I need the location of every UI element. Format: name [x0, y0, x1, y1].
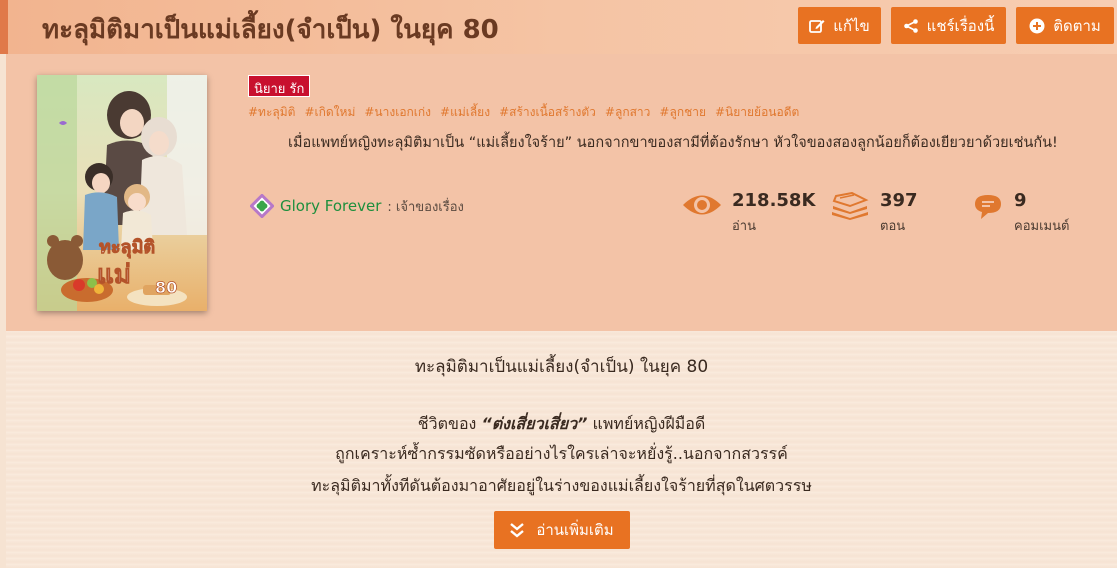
edit-button[interactable]: แก้ไข: [798, 7, 881, 44]
tag-link[interactable]: #สร้างเนื้อสร้างตัว: [499, 103, 596, 122]
follow-button[interactable]: ติดตาม: [1016, 7, 1114, 44]
author-row: Glory Forever : เจ้าของเรื่อง: [250, 193, 464, 219]
comment-bubble-icon: [975, 195, 1001, 219]
chapters-stat: 397 ตอน: [830, 190, 918, 236]
novel-info-panel: ทะลุมิติ แม่ 80 นิยาย รัก #ทะลุมิติ #เกิด…: [6, 54, 1117, 331]
double-chevron-down-icon: [510, 523, 525, 538]
views-stat: 218.58K อ่าน: [682, 190, 815, 236]
share-icon: [903, 18, 918, 33]
chapters-label: ตอน: [880, 219, 906, 234]
description-line-2: ถูกเคราะห์ซ้ำกรรมซัดหรืออย่างไรใครเล่าจะ…: [335, 444, 788, 463]
genre-badge[interactable]: นิยาย รัก: [248, 75, 311, 97]
comments-label: คอมเมนต์: [1014, 219, 1070, 234]
follow-button-label: ติดตาม: [1053, 16, 1101, 35]
cover-image[interactable]: ทะลุมิติ แม่ 80: [37, 75, 207, 311]
tag-link[interactable]: #ทะลุมิติ: [248, 103, 295, 122]
views-label: อ่าน: [732, 219, 756, 234]
description-title: ทะลุมิติมาเป็นแม่เลี้ยง(จำเป็น) ในยุค 80: [414, 357, 709, 377]
synopsis-text: เมื่อแพทย์หญิงทะลุมิติมาเป็น “แม่เลี้ยงใ…: [288, 135, 1058, 151]
stacked-books-icon: [832, 192, 869, 220]
cover-illustration: ทะลุมิติ แม่ 80: [37, 75, 207, 311]
edit-button-label: แก้ไข: [833, 16, 870, 35]
tag-link[interactable]: #แม่เลี้ยง: [440, 103, 490, 122]
share-button[interactable]: แชร์เรื่องนี้: [891, 7, 1006, 44]
description-section: ทะลุมิติมาเป็นแม่เลี้ยง(จำเป็น) ในยุค 80…: [6, 331, 1117, 568]
description-line-3: ทะลุมิติมาทั้งทีดันต้องมาอาศัยอยู่ในร่าง…: [311, 476, 812, 495]
svg-text:ทะลุมิติ: ทะลุมิติ: [99, 237, 155, 259]
description-line-1: ชีวิตของ “ต่งเสี่ยวเสี่ยว” แพทย์หญิงฝีมื…: [6, 412, 1117, 437]
line1-prefix: ชีวิตของ: [417, 414, 482, 433]
tag-link[interactable]: #เกิดใหม่: [304, 103, 355, 122]
svg-text:80: 80: [155, 278, 177, 297]
read-more-label: อ่านเพิ่มเติม: [536, 521, 614, 539]
comments-value: 9: [1014, 190, 1027, 211]
plus-circle-icon: [1029, 18, 1045, 33]
eye-icon: [683, 195, 721, 215]
read-more-button[interactable]: อ่านเพิ่มเติม: [494, 511, 630, 549]
tag-list: #ทะลุมิติ #เกิดใหม่ #นางเอกเก่ง #แม่เลี้ยง #…: [248, 103, 868, 122]
page-header: ทะลุมิติมาเป็นแม่เลี้ยง(จำเป็น) ในยุค 80…: [0, 0, 1117, 54]
author-name-link[interactable]: Glory Forever: [280, 197, 381, 215]
tag-link[interactable]: #ลูกสาว: [605, 103, 650, 122]
tag-link[interactable]: #ลูกชาย: [659, 103, 706, 122]
svg-text:แม่: แม่: [97, 260, 131, 290]
views-value: 218.58K: [732, 190, 816, 211]
chapters-value: 397: [880, 190, 918, 211]
tag-link[interactable]: #นิยายย้อนอดีต: [715, 103, 799, 122]
share-button-label: แชร์เรื่องนี้: [926, 16, 995, 35]
tag-link[interactable]: #นางเอกเก่ง: [364, 103, 431, 122]
comments-stat: 9 คอมเมนต์: [972, 190, 1069, 236]
line1-suffix: แพทย์หญิงฝีมือดี: [587, 414, 706, 433]
edit-icon: [809, 19, 825, 33]
page-title: ทะลุมิติมาเป็นแม่เลี้ยง(จำเป็น) ในยุค 80: [42, 15, 499, 45]
author-logo-icon: [250, 194, 274, 218]
author-role-label: : เจ้าของเรื่อง: [387, 199, 464, 215]
line1-character-name: “ต่งเสี่ยวเสี่ยว”: [481, 414, 588, 433]
